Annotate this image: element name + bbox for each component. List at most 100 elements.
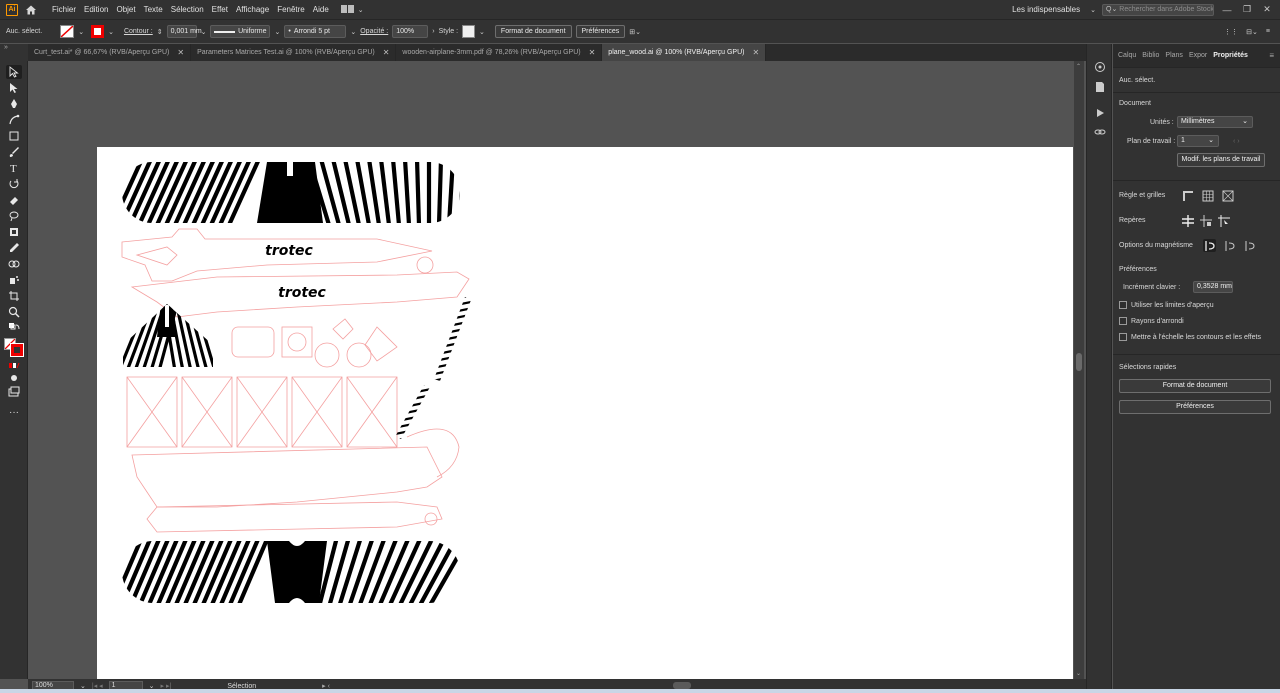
style-swatch[interactable] <box>462 25 476 38</box>
snap-to-grid-icon[interactable] <box>1223 239 1236 252</box>
key-increment-input[interactable]: 0,3528 mm <box>1193 281 1233 293</box>
chevron-down-icon[interactable]: ⌄ <box>350 28 356 36</box>
tab-artboards[interactable]: Plans <box>1165 52 1183 59</box>
pen-tool-icon[interactable] <box>6 97 22 111</box>
vertical-scrollbar[interactable]: ⌃ ⌄ <box>1074 61 1084 679</box>
fill-swatch[interactable] <box>60 25 75 38</box>
tab-libraries[interactable]: Biblio <box>1142 52 1159 59</box>
stepper-icon[interactable]: ⇕ <box>157 28 163 36</box>
menu-edition[interactable]: Edition <box>80 0 112 19</box>
document-setup-button[interactable]: Format de document <box>494 25 572 38</box>
fill-stroke-indicator[interactable] <box>3 337 25 357</box>
close-icon[interactable]: ✕ <box>383 48 390 57</box>
artboard-select[interactable]: 1 ⌄ <box>1177 135 1219 147</box>
tab-properties[interactable]: Propriétés <box>1213 52 1248 59</box>
menu-affichage[interactable]: Affichage <box>232 0 273 19</box>
type-tool-icon[interactable]: T <box>6 161 22 175</box>
variable-width-profile[interactable]: Uniforme <box>210 25 271 38</box>
chevron-right-icon[interactable]: › <box>432 28 434 35</box>
tab-wooden-airplane[interactable]: wooden-airplane-3mm.pdf @ 78,26% (RVB/Ap… <box>396 44 603 61</box>
chevron-down-icon[interactable]: ⌄ <box>78 28 84 36</box>
stroke-label[interactable]: Contour : <box>124 28 153 35</box>
artwork[interactable]: trotec trotec <box>97 147 1073 679</box>
chevron-down-icon[interactable]: ⌄ <box>108 28 114 36</box>
stroke-color-icon[interactable] <box>10 343 24 357</box>
symbol-sprayer-tool-icon[interactable] <box>6 273 22 287</box>
scroll-down-icon[interactable]: ⌄ <box>1076 670 1081 677</box>
blend-tool-icon[interactable] <box>6 257 22 271</box>
toolbar-collapse[interactable]: » <box>0 44 28 61</box>
home-icon[interactable] <box>24 3 38 17</box>
zoom-tool-icon[interactable] <box>6 305 22 319</box>
smart-guides-icon[interactable] <box>1217 214 1230 227</box>
links-icon[interactable] <box>1094 126 1106 138</box>
perspective-grid-icon[interactable] <box>1221 189 1234 202</box>
menu-texte[interactable]: Texte <box>140 0 167 19</box>
close-icon[interactable]: ✕ <box>752 48 759 57</box>
close-icon[interactable]: ✕ <box>589 48 596 57</box>
chevron-down-icon[interactable]: ⌄ <box>479 28 485 36</box>
preview-bounds-checkbox[interactable]: Utiliser les limites d'aperçu <box>1119 301 1214 309</box>
menu-selection[interactable]: Sélection <box>167 0 208 19</box>
arrange-icon[interactable]: ⊟⌄ <box>1246 28 1258 36</box>
rectangle-tool-icon[interactable] <box>6 129 22 143</box>
tab-parameters-matrices[interactable]: Parameters Matrices Test.ai @ 100% (RVB/… <box>191 44 397 61</box>
menu-fichier[interactable]: Fichier <box>48 0 80 19</box>
scale-strokes-checkbox[interactable]: Mettre à l'échelle les contours et les e… <box>1119 333 1261 341</box>
paintbrush-tool-icon[interactable] <box>6 145 22 159</box>
panel-menu-icon[interactable]: ≡ <box>1269 51 1274 60</box>
chevron-down-icon[interactable]: ⌄ <box>201 28 207 36</box>
stroke-swatch[interactable] <box>91 25 105 38</box>
restore-icon[interactable]: ❐ <box>1240 4 1254 15</box>
menu-effet[interactable]: Effet <box>208 0 232 19</box>
document-setup-button[interactable]: Format de document <box>1119 379 1271 393</box>
ruler-icon[interactable] <box>1181 189 1194 202</box>
artboard-tool-icon[interactable] <box>6 289 22 303</box>
color-guide-icon[interactable] <box>1094 61 1106 73</box>
chevron-down-icon[interactable]: ⌄ <box>274 28 280 36</box>
rotate-tool-icon[interactable] <box>6 177 22 191</box>
artboard-nav-icon[interactable]: ‹ › <box>1233 138 1240 145</box>
edit-artboards-button[interactable]: Modif. les plans de travail <box>1177 153 1265 167</box>
panel-options-icon[interactable]: ⋮⋮ <box>1224 28 1238 36</box>
tab-layers[interactable]: Calqu <box>1118 52 1136 59</box>
brush-definition[interactable]: • Arrondi 5 pt <box>284 25 347 38</box>
close-icon[interactable]: ✕ <box>1260 4 1274 15</box>
chevron-down-icon[interactable]: ⌄ <box>1090 6 1096 14</box>
lock-guides-icon[interactable] <box>1199 214 1212 227</box>
arrange-documents-button[interactable]: ⌄ <box>340 5 364 14</box>
corner-radius-checkbox[interactable]: Rayons d'arrondi <box>1119 317 1184 325</box>
workspace-switcher[interactable]: Les indispensables <box>1008 0 1084 19</box>
minimize-icon[interactable]: — <box>1220 5 1234 15</box>
snap-to-pixel-icon[interactable] <box>1203 239 1216 252</box>
preferences-button[interactable]: Préférences <box>1119 400 1271 414</box>
close-icon[interactable]: ✕ <box>177 48 184 57</box>
scroll-up-icon[interactable]: ⌃ <box>1076 63 1081 70</box>
preferences-button[interactable]: Préférences <box>575 25 626 38</box>
artboard[interactable]: trotec trotec <box>97 147 1073 679</box>
opacity-input[interactable]: 100% <box>392 25 429 38</box>
curvature-tool-icon[interactable] <box>6 113 22 127</box>
play-action-icon[interactable] <box>1094 107 1106 119</box>
more-tools-icon[interactable]: ··· <box>6 405 22 419</box>
draw-mode-icon[interactable] <box>6 371 22 385</box>
document-info-icon[interactable] <box>1094 81 1106 93</box>
show-guides-icon[interactable] <box>1181 214 1194 227</box>
snap-to-point-icon[interactable] <box>1243 239 1256 252</box>
direct-selection-tool-icon[interactable] <box>6 81 22 95</box>
menu-icon[interactable]: ≡ <box>1266 28 1270 36</box>
menu-objet[interactable]: Objet <box>112 0 139 19</box>
stroke-weight-input[interactable]: 0,001 mm <box>166 25 202 38</box>
selection-tool-icon[interactable] <box>6 65 22 79</box>
menu-aide[interactable]: Aide <box>309 0 333 19</box>
horizontal-scroll-thumb[interactable] <box>673 682 691 689</box>
tab-curt-test[interactable]: Curt_test.ai* @ 66,67% (RVB/Aperçu GPU) ✕ <box>28 44 192 61</box>
grid-icon[interactable] <box>1201 189 1214 202</box>
scroll-thumb[interactable] <box>1076 353 1082 371</box>
swap-fill-stroke-icon[interactable] <box>6 321 22 335</box>
lasso-tool-icon[interactable] <box>6 209 22 223</box>
canvas[interactable]: trotec trotec <box>28 61 1074 679</box>
menu-fenetre[interactable]: Fenêtre <box>273 0 309 19</box>
shaper-tool-icon[interactable] <box>6 225 22 239</box>
tab-export[interactable]: Expor <box>1189 52 1207 59</box>
